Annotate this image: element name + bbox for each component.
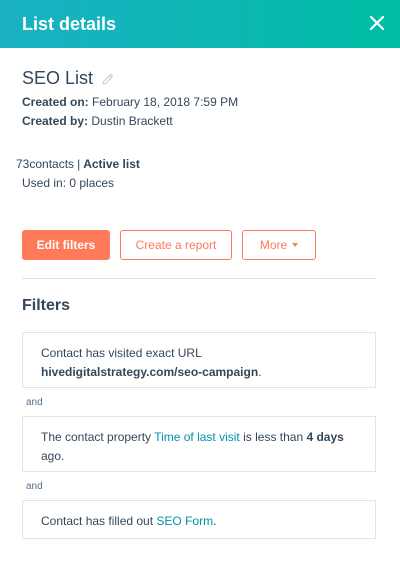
list-name: SEO List bbox=[22, 68, 94, 88]
caret-down-icon bbox=[292, 243, 299, 247]
more-dropdown-button[interactable]: More bbox=[242, 230, 316, 260]
panel-title: List details bbox=[22, 13, 117, 34]
filter-text: Contact has visited exact URL bbox=[41, 346, 202, 360]
section-divider bbox=[22, 278, 377, 279]
more-label: More bbox=[259, 238, 288, 252]
filter-duration: 4 days bbox=[306, 430, 344, 444]
filters-heading: Filters bbox=[22, 297, 71, 314]
pencil-icon[interactable] bbox=[101, 72, 115, 86]
created-on: Created on: February 18, 2018 7:59 PM bbox=[22, 95, 238, 109]
created-by-label: Created by: bbox=[22, 114, 89, 128]
used-in: Used in: 0 places bbox=[22, 176, 115, 190]
filter-card-visited-url: Contact has visited exact URL hivedigita… bbox=[22, 332, 376, 388]
filter-suffix: . bbox=[258, 365, 262, 379]
panel-header: List details bbox=[0, 0, 400, 48]
created-by-value: Dustin Brackett bbox=[91, 114, 173, 128]
filter-card-form: Contact has filled out SEO Form. bbox=[22, 500, 376, 539]
filter-text: The contact property bbox=[41, 430, 155, 444]
close-icon[interactable] bbox=[366, 12, 388, 34]
filter-middle: is less than bbox=[239, 430, 307, 444]
created-on-label: Created on: bbox=[22, 95, 89, 109]
contacts-count: 73 bbox=[16, 157, 30, 171]
filter-card-last-visit: The contact property Time of last visit … bbox=[22, 416, 376, 472]
filter-url: hivedigitalstrategy.com/seo-campaign bbox=[41, 365, 259, 379]
filter-text: Contact has filled out bbox=[41, 514, 157, 528]
and-connector: and bbox=[26, 397, 43, 408]
contact-stats: 73contacts | Active list bbox=[16, 157, 140, 171]
property-link[interactable]: Time of last visit bbox=[154, 430, 240, 444]
created-by: Created by: Dustin Brackett bbox=[22, 114, 173, 128]
created-on-value: February 18, 2018 7:59 PM bbox=[92, 95, 239, 109]
filter-suffix: . bbox=[213, 514, 217, 528]
form-link[interactable]: SEO Form bbox=[156, 514, 213, 528]
create-report-button[interactable]: Create a report bbox=[120, 230, 232, 260]
and-connector: and bbox=[26, 481, 43, 492]
list-name-row: SEO List bbox=[22, 68, 115, 89]
edit-filters-button[interactable]: Edit filters bbox=[22, 230, 110, 260]
stats-separator: | bbox=[77, 157, 81, 171]
contacts-label: contacts bbox=[29, 157, 75, 171]
filter-suffix: ago. bbox=[41, 449, 65, 463]
list-type: Active list bbox=[83, 157, 140, 171]
